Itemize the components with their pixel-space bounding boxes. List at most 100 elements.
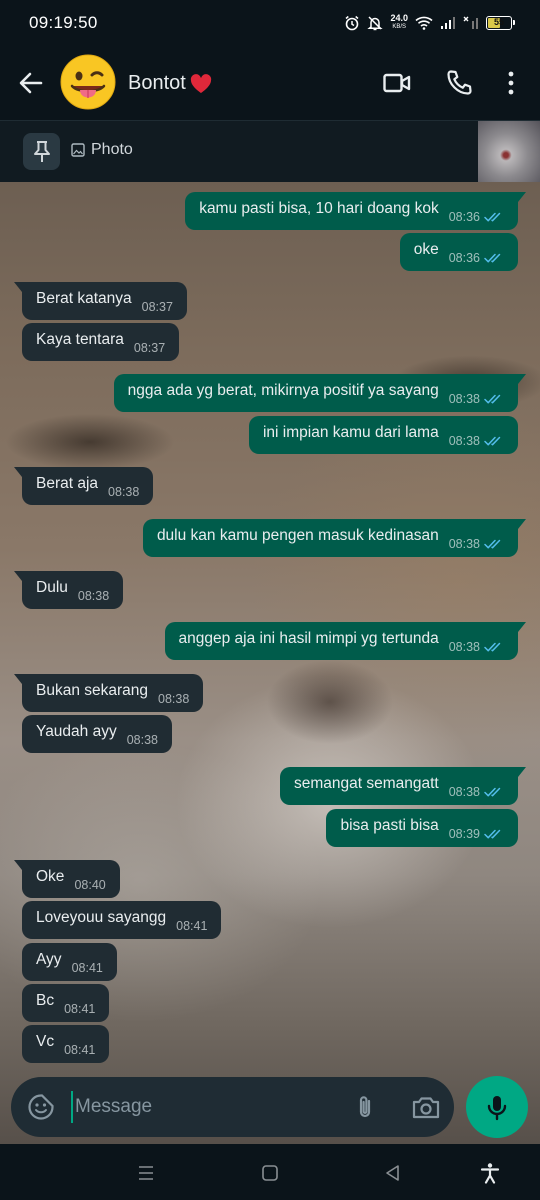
incoming-message[interactable]: Vc 08:41 (22, 1025, 110, 1063)
pin-button[interactable] (23, 133, 60, 170)
video-call-button[interactable] (382, 68, 412, 98)
message-time: 08:38 (448, 392, 480, 406)
outgoing-message[interactable]: ini impian kamu dari lama 08:38 (248, 416, 518, 454)
more-options-button[interactable] (496, 68, 526, 98)
accessibility-button[interactable] (479, 1162, 501, 1184)
pinned-message-label[interactable]: Photo (71, 141, 133, 159)
double-check-icon (484, 829, 501, 839)
voice-message-button[interactable] (466, 1076, 528, 1138)
message-text: ini impian kamu dari lama (262, 424, 439, 441)
incoming-message[interactable]: Kaya tentara 08:37 (22, 323, 180, 361)
sticker-smiley-icon (28, 1094, 54, 1120)
double-check-icon (484, 212, 501, 222)
message-text: anggep aja ini hasil mimpi yg tertunda (178, 630, 439, 647)
message-text: semangat semangatt (293, 775, 439, 792)
camera-icon (412, 1097, 440, 1119)
outgoing-message[interactable]: oke 08:36 (399, 233, 518, 271)
status-icons: 24.0 KB/S 55 (344, 12, 515, 34)
incoming-message[interactable]: Dulu 08:38 (13, 571, 124, 609)
microphone-icon (487, 1096, 507, 1121)
voice-call-button[interactable] (444, 68, 474, 98)
incoming-message[interactable]: Bukan sekarang 08:38 (13, 674, 204, 712)
incoming-message[interactable]: Yaudah ayy 08:38 (22, 715, 172, 753)
message-text: Ayy (36, 951, 62, 968)
message-meta: 08:36 (449, 210, 504, 224)
incoming-message[interactable]: Ayy 08:41 (22, 943, 117, 981)
incoming-message[interactable]: Oke 08:40 (14, 860, 120, 898)
outgoing-message[interactable]: dulu kan kamu pengen masuk kedinasan 08:3… (142, 519, 527, 557)
message-meta: 08:41 (72, 961, 103, 975)
red-heart-icon (190, 73, 211, 93)
accessibility-icon (480, 1163, 500, 1184)
wifi-icon (415, 16, 433, 30)
message-text: Vc (36, 1033, 55, 1050)
message-meta: 08:37 (134, 341, 165, 355)
home-button[interactable] (259, 1162, 281, 1184)
avatar[interactable] (60, 54, 116, 110)
message-time: 08:36 (448, 251, 480, 265)
message-time: 08:41 (71, 961, 103, 975)
message-meta: 08:41 (64, 1002, 95, 1016)
message-text: Berat aja (36, 475, 99, 492)
pin-icon (33, 140, 50, 162)
incoming-message[interactable]: Loveyouu sayangg 08:41 (22, 901, 222, 939)
message-text: Kaya tentara (36, 331, 124, 348)
message-text: oke (413, 241, 439, 258)
chat-area[interactable]: kamu pasti bisa, 10 hari doang kok 08:36 o… (0, 182, 540, 1144)
recent-apps-button[interactable] (135, 1162, 157, 1184)
back-button[interactable] (14, 66, 48, 100)
double-check-icon (484, 436, 501, 446)
attach-button[interactable] (351, 1093, 379, 1121)
menu-lines-icon (139, 1166, 153, 1180)
kebab-menu-icon (508, 71, 514, 95)
outgoing-message[interactable]: kamu pasti bisa, 10 hari doang kok 08:36 (185, 192, 526, 230)
outgoing-message[interactable]: bisa pasti bisa 08:39 (326, 809, 518, 847)
message-text: Dulu (36, 579, 68, 596)
outgoing-message[interactable]: ngga ada yg berat, mikirnya positif ya s… (113, 374, 527, 412)
message-meta: 08:38 (108, 485, 139, 499)
message-time: 08:38 (448, 434, 480, 448)
emoji-sticker-button[interactable] (27, 1093, 55, 1121)
message-meta: 08:38 (449, 537, 504, 551)
message-time: 08:40 (74, 878, 106, 892)
message-time: 08:38 (448, 537, 480, 551)
double-check-icon (484, 394, 501, 404)
incoming-message[interactable]: Berat aja 08:38 (13, 467, 154, 505)
message-meta: 08:38 (158, 692, 189, 706)
pinned-message-bar[interactable]: Photo (0, 120, 540, 183)
message-text: Bukan sekarang (36, 682, 149, 699)
message-text: Loveyouu sayangg (36, 909, 167, 926)
message-time: 08:41 (176, 919, 208, 933)
incoming-message[interactable]: Berat katanya 08:37 (14, 282, 187, 320)
message-time: 08:38 (448, 785, 480, 799)
outgoing-message[interactable]: semangat semangatt 08:38 (279, 767, 527, 805)
message-time: 08:38 (448, 640, 480, 654)
message-meta: 08:41 (176, 919, 207, 933)
message-time: 08:37 (141, 300, 173, 314)
message-time: 08:41 (64, 1043, 96, 1057)
pinned-photo-thumbnail[interactable] (478, 121, 540, 183)
back-nav-button[interactable] (382, 1162, 404, 1184)
status-bar: 09:19:50 24.0 KB/S 55 (0, 0, 540, 46)
message-input[interactable] (71, 1091, 331, 1123)
message-meta: 08:39 (449, 827, 504, 841)
message-text: bisa pasti bisa (340, 817, 439, 834)
message-meta: 08:38 (449, 392, 504, 406)
square-icon (262, 1165, 278, 1181)
double-check-icon (484, 787, 501, 797)
message-text: Yaudah ayy (36, 723, 117, 740)
double-check-icon (484, 642, 501, 652)
message-meta: 08:40 (74, 878, 105, 892)
phone-icon (447, 70, 472, 95)
paperclip-icon (359, 1096, 371, 1118)
contact-name[interactable]: Bontot (128, 72, 212, 95)
battery-icon: 55 (486, 16, 515, 30)
message-time: 08:37 (133, 341, 166, 355)
image-icon (71, 143, 85, 157)
message-meta: 08:38 (78, 589, 109, 603)
outgoing-message[interactable]: anggep aja ini hasil mimpi yg tertunda 08… (164, 622, 526, 660)
camera-button[interactable] (411, 1093, 441, 1121)
video-camera-icon (383, 73, 411, 93)
incoming-message[interactable]: Bc 08:41 (22, 984, 110, 1022)
message-meta: 08:38 (449, 434, 504, 448)
